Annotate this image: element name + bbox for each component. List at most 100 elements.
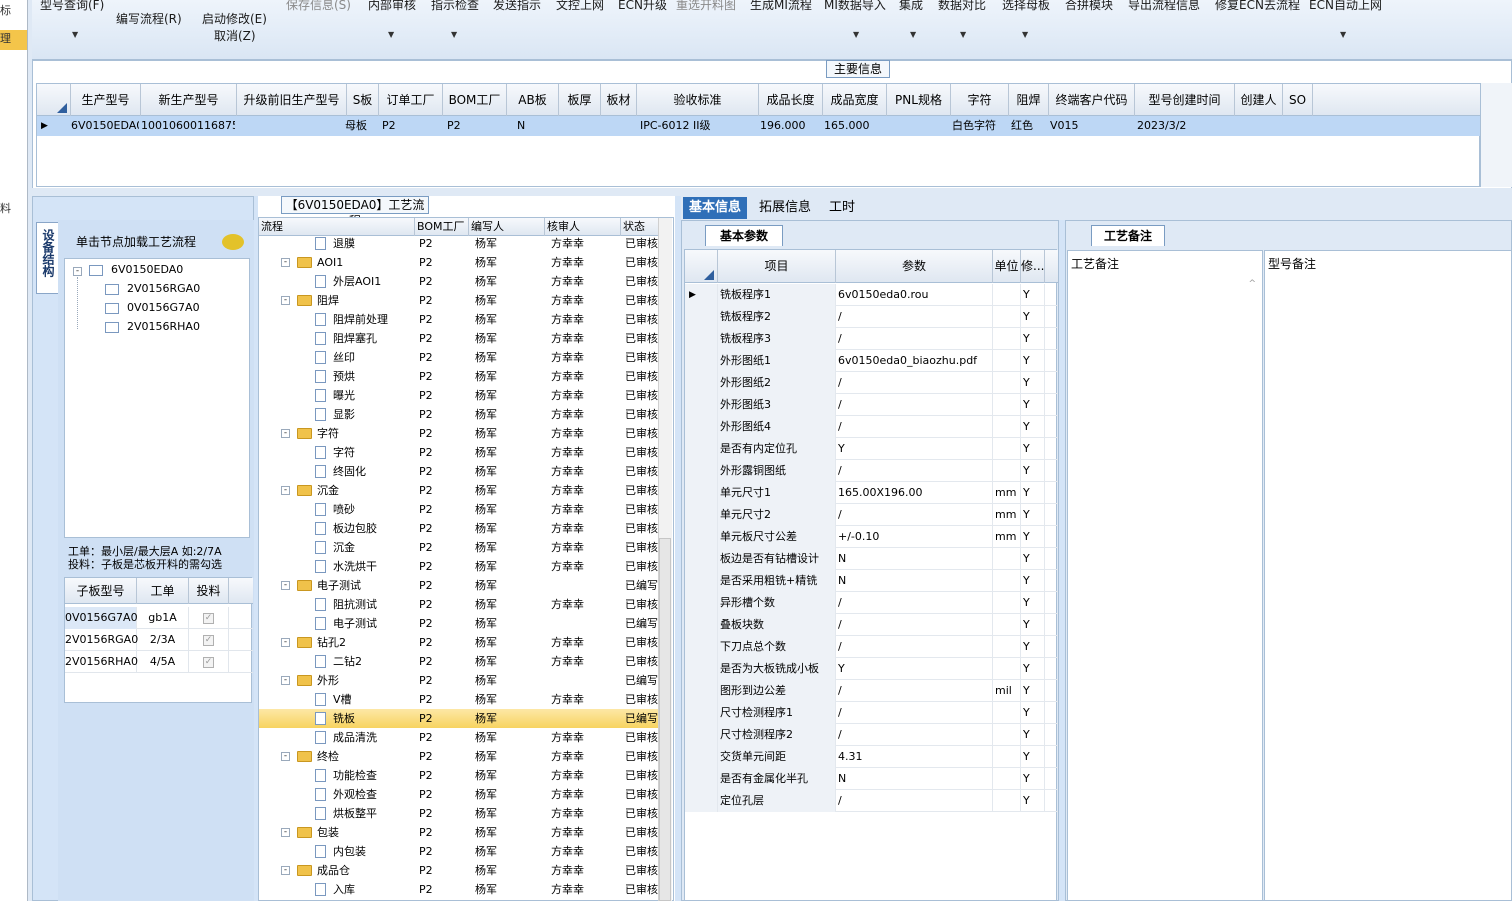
flow-cell-status[interactable]: 已审核 [625, 310, 659, 329]
col-header[interactable]: SO [1283, 84, 1313, 116]
flow-cell-status[interactable]: 已审核 [625, 519, 659, 538]
flow-cell-bom[interactable]: P2 [419, 671, 469, 690]
left-nav-item-active[interactable]: 理 [0, 30, 27, 50]
param-cell-item[interactable]: 外形露铜图纸 [718, 460, 836, 482]
flow-row[interactable]: 电子测试 P2 杨军 已编写 [259, 614, 659, 633]
param-cell-param[interactable]: N [836, 548, 993, 570]
chevron-down-icon[interactable]: ▼ [960, 30, 966, 39]
col-header[interactable]: 项目 [718, 250, 836, 283]
param-cell-unit[interactable] [993, 702, 1021, 724]
col-header[interactable]: 字符 [951, 84, 1009, 116]
flow-cell-writer[interactable]: 杨军 [475, 405, 545, 424]
flow-cell-name[interactable]: 丝印 [333, 348, 415, 367]
param-row[interactable]: 下刀点总个数 / Y [685, 636, 1058, 658]
flow-cell-status[interactable]: 已审核 [625, 880, 659, 899]
flow-cell-name[interactable]: 字符 [333, 443, 415, 462]
col-header[interactable]: 子板型号 [65, 578, 137, 604]
flow-cell-writer[interactable]: 杨军 [475, 519, 545, 538]
param-cell-unit[interactable] [993, 372, 1021, 394]
flow-cell-writer[interactable]: 杨军 [475, 348, 545, 367]
flow-cell-name[interactable]: 终固化 [333, 462, 415, 481]
param-cell-flag[interactable]: Y [1021, 724, 1045, 746]
cell[interactable] [1235, 116, 1283, 136]
collapse-icon[interactable]: - [281, 429, 290, 438]
param-cell-unit[interactable] [993, 306, 1021, 328]
flow-cell-status[interactable]: 已审核 [625, 272, 659, 291]
flow-cell-status[interactable]: 已审核 [625, 652, 659, 671]
flow-cell-status[interactable]: 已审核 [625, 291, 659, 310]
flow-cell-name[interactable]: 预烘 [333, 367, 415, 386]
flow-cell-writer[interactable]: 杨军 [475, 861, 545, 880]
col-header[interactable]: 验收标准 [637, 84, 759, 116]
col-header[interactable]: 参数 [836, 250, 993, 283]
col-header[interactable]: 投料 [189, 578, 229, 604]
chevron-down-icon[interactable]: ▼ [1022, 30, 1028, 39]
param-cell-item[interactable]: 尺寸检测程序2 [718, 724, 836, 746]
param-row[interactable]: 叠板块数 / Y [685, 614, 1058, 636]
row-header[interactable] [685, 482, 718, 504]
checkbox[interactable]: ✓ [203, 656, 214, 668]
flow-cell-writer[interactable]: 杨军 [475, 766, 545, 785]
col-header[interactable]: 板材 [601, 84, 637, 116]
flow-cell-status[interactable]: 已编写 [625, 671, 659, 690]
toolbar-btn-start-modify[interactable]: 启动修改(E) [202, 10, 267, 27]
flow-cell-reviewer[interactable]: 方幸幸 [551, 234, 621, 253]
flow-cell-bom[interactable]: P2 [419, 557, 469, 576]
flow-cell-status[interactable]: 已审核 [625, 861, 659, 880]
cell[interactable]: 4/5A [137, 651, 189, 673]
flow-cell-reviewer[interactable]: 方幸幸 [551, 728, 621, 747]
flow-cell-status[interactable]: 已审核 [625, 386, 659, 405]
flow-cell-name[interactable]: 水洗烘干 [333, 557, 415, 576]
flow-cell-reviewer[interactable]: 方幸幸 [551, 538, 621, 557]
param-cell-param[interactable]: 4.31 [836, 746, 993, 768]
flow-cell-writer[interactable]: 杨军 [475, 747, 545, 766]
cell[interactable]: N [515, 116, 559, 136]
collapse-icon[interactable]: - [281, 866, 290, 875]
cell[interactable]: 6V0150EDA0 [69, 116, 139, 136]
param-cell-param[interactable]: / [836, 636, 993, 658]
flow-cell-bom[interactable]: P2 [419, 367, 469, 386]
param-cell-unit[interactable] [993, 328, 1021, 350]
scrollbar-thumb[interactable] [659, 538, 671, 901]
param-cell-flag[interactable]: Y [1021, 372, 1045, 394]
horizontal-splitter[interactable] [32, 188, 1512, 196]
row-header[interactable] [685, 768, 718, 790]
flow-cell-writer[interactable]: 杨军 [475, 728, 545, 747]
flow-cell-reviewer[interactable]: 方幸幸 [551, 310, 621, 329]
flow-cell-bom[interactable]: P2 [419, 291, 469, 310]
flow-cell-reviewer[interactable]: 方幸幸 [551, 329, 621, 348]
param-cell-unit[interactable] [993, 570, 1021, 592]
flow-cell-status[interactable]: 已审核 [625, 234, 659, 253]
flow-cell-status[interactable]: 已审核 [625, 595, 659, 614]
flow-cell-writer[interactable]: 杨军 [475, 329, 545, 348]
cell[interactable]: 10010600116875 [139, 116, 235, 136]
flow-row[interactable]: 内包装 P2 杨军 方幸幸 已审核 [259, 842, 659, 861]
flow-cell-reviewer[interactable]: 方幸幸 [551, 690, 621, 709]
flow-row[interactable]: - AOI1 P2 杨军 方幸幸 已审核 [259, 253, 659, 272]
model-remark-box[interactable]: 型号备注 [1264, 250, 1512, 901]
param-row[interactable]: 是否有内定位孔 Y Y [685, 438, 1058, 460]
flow-row[interactable]: 成品清洗 P2 杨军 方幸幸 已审核 [259, 728, 659, 747]
flow-cell-writer[interactable]: 杨军 [475, 291, 545, 310]
flow-cell-status[interactable]: 已审核 [625, 633, 659, 652]
flow-cell-writer[interactable]: 杨军 [475, 253, 545, 272]
cell[interactable] [887, 116, 951, 136]
flow-cell-bom[interactable]: P2 [419, 709, 469, 728]
param-cell-param[interactable]: N [836, 768, 993, 790]
col-header[interactable]: BOM工厂 [443, 84, 507, 116]
param-cell-param[interactable]: / [836, 372, 993, 394]
row-header[interactable] [685, 592, 718, 614]
flow-cell-status[interactable]: 已审核 [625, 500, 659, 519]
cell[interactable]: 2023/3/2 [1135, 116, 1235, 136]
flow-cell-reviewer[interactable]: 方幸幸 [551, 633, 621, 652]
flow-cell-writer[interactable]: 杨军 [475, 690, 545, 709]
param-row[interactable]: 是否有金属化半孔 N Y [685, 768, 1058, 790]
cell[interactable]: 2V0156RGA0 [65, 629, 138, 651]
flow-cell-name[interactable]: 包装 [317, 823, 415, 842]
row-header[interactable] [685, 636, 718, 658]
param-cell-unit[interactable] [993, 350, 1021, 372]
toolbar-btn-compare[interactable]: 数据对比 [938, 0, 986, 13]
flow-cell-writer[interactable]: 杨军 [475, 424, 545, 443]
flow-row[interactable]: 水洗烘干 P2 杨军 方幸幸 已审核 [259, 557, 659, 576]
collapse-icon[interactable]: - [281, 752, 290, 761]
